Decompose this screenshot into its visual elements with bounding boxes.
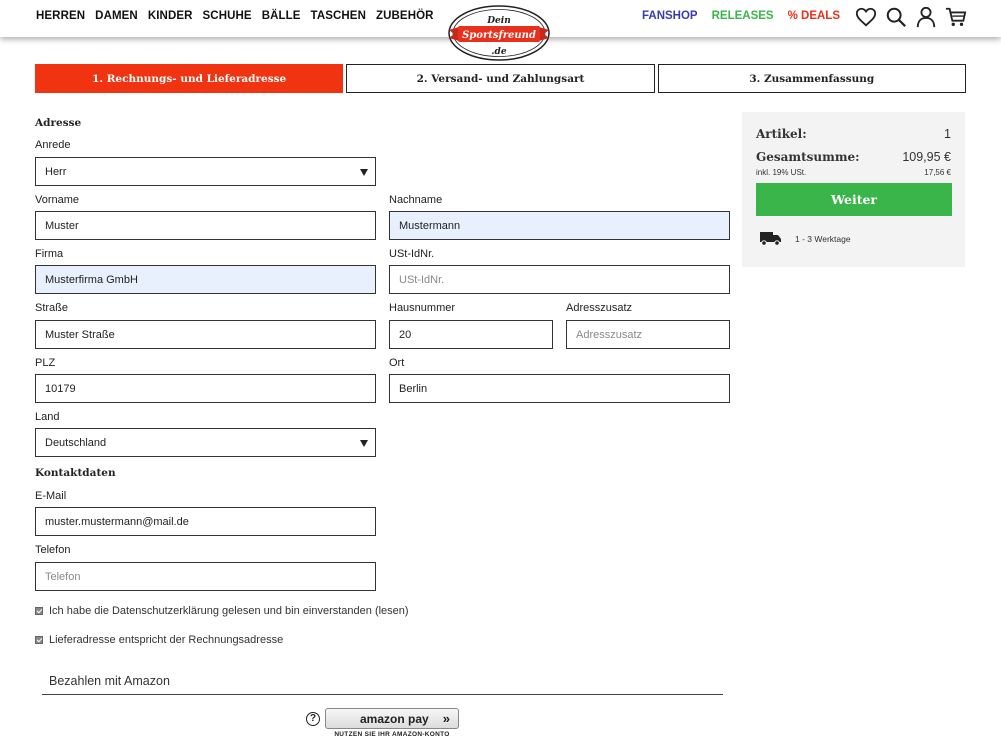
nachname-value: Mustermann	[399, 219, 461, 232]
anrede-value: Herr	[45, 165, 67, 178]
land-label: Land	[35, 411, 60, 423]
step-shipping-payment[interactable]: 2. Versand- und Zahlungsart	[346, 64, 655, 93]
firma-value: Musterfirma GmbH	[45, 273, 138, 286]
adresszusatz-placeholder: Adresszusatz	[576, 328, 643, 341]
nav-releases[interactable]: RELEASES	[712, 10, 774, 22]
artikel-value: 1	[944, 127, 951, 141]
land-value: Deutschland	[45, 436, 107, 449]
email-input[interactable]: muster.mustermann@mail.de	[35, 507, 376, 536]
main-nav: HERREN DAMEN KINDER SCHUHE BÄLLE TASCHEN…	[36, 10, 444, 22]
strasse-label: Straße	[35, 302, 69, 314]
logo-top-text: Dein	[486, 16, 511, 26]
amazon-pay-subtitle: NUTZEN SIE IHR AMAZON-KONTO	[334, 731, 450, 738]
telefon-label: Telefon	[35, 544, 71, 556]
user-icon[interactable]	[915, 6, 937, 28]
delivery-address-checkbox[interactable]	[35, 636, 43, 644]
nav-schuhe[interactable]: SCHUHE	[203, 10, 252, 22]
cart-icon[interactable]	[945, 6, 967, 28]
nav-fanshop[interactable]: FANSHOP	[642, 10, 698, 22]
delivery-time: 1 - 3 Werktage	[795, 234, 851, 244]
artikel-label: Artikel:	[756, 127, 807, 141]
order-summary: Artikel: 1 Gesamtsumme: 109,95 € inkl. 1…	[742, 112, 965, 267]
address-heading: Adresse	[35, 117, 82, 129]
anrede-label: Anrede	[35, 139, 71, 151]
strasse-input[interactable]: Muster Straße	[35, 320, 376, 349]
continue-button[interactable]: Weiter	[756, 183, 952, 216]
ort-input[interactable]: Berlin	[389, 374, 730, 403]
step-address[interactable]: 1. Rechnungs- und Lieferadresse	[35, 64, 344, 93]
hausnummer-input[interactable]: 20	[389, 320, 553, 349]
nav-damen[interactable]: DAMEN	[95, 10, 138, 22]
header-icons	[855, 6, 967, 28]
contact-heading: Kontaktdaten	[35, 467, 116, 479]
ustid-label: USt-IdNr.	[389, 248, 435, 260]
amazon-pay-heading: Bezahlen mit Amazon	[49, 674, 170, 688]
strasse-value: Muster Straße	[45, 328, 115, 341]
ustid-placeholder: USt-IdNr.	[399, 273, 445, 286]
vorname-label: Vorname	[35, 194, 80, 206]
tax-row: inkl. 19% USt. 17,56 €	[756, 168, 951, 177]
nav-taschen[interactable]: TASCHEN	[311, 10, 366, 22]
truck-icon	[760, 232, 781, 246]
adresszusatz-input[interactable]: Adresszusatz	[566, 320, 730, 349]
ort-value: Berlin	[399, 382, 428, 395]
telefon-input[interactable]: Telefon	[35, 562, 376, 591]
nav-herren[interactable]: HERREN	[36, 10, 85, 22]
firma-label: Firma	[35, 248, 64, 260]
ort-label: Ort	[389, 357, 405, 369]
plz-label: PLZ	[35, 357, 56, 369]
sportsfreund-logo[interactable]: Dein Sportsfreund .de	[445, 4, 553, 62]
double-chevron-icon: »	[442, 711, 450, 726]
logo-bottom-text: .de	[491, 47, 506, 57]
hausnummer-value: 20	[399, 328, 412, 341]
total-value: 109,95 €	[902, 150, 951, 164]
privacy-checkbox-label: Ich habe die Datenschutzerklärung gelese…	[49, 605, 409, 617]
nav-deals[interactable]: % DEALS	[788, 10, 840, 22]
land-select[interactable]: Deutschland	[35, 428, 376, 457]
heart-icon[interactable]	[855, 6, 877, 28]
help-icon[interactable]: ?	[306, 712, 320, 726]
vorname-value: Muster	[45, 219, 79, 232]
adresszusatz-label: Adresszusatz	[566, 302, 633, 314]
delivery-checkbox-label: Lieferadresse entspricht der Rechnungsad…	[49, 634, 284, 646]
step-summary[interactable]: 3. Zusammenfassung	[657, 64, 966, 93]
privacy-checkbox[interactable]	[35, 607, 43, 615]
privacy-checkbox-row[interactable]: Ich habe die Datenschutzerklärung gelese…	[35, 605, 409, 617]
telefon-placeholder: Telefon	[45, 570, 81, 583]
checkout-steps: 1. Rechnungs- und Lieferadresse 2. Versa…	[35, 64, 966, 93]
ustid-input[interactable]: USt-IdNr.	[389, 265, 730, 294]
nachname-input[interactable]: Mustermann	[389, 211, 730, 240]
total-label: Gesamtsumme:	[756, 150, 860, 164]
divider	[42, 694, 723, 695]
amazon-pay-button[interactable]: amazon pay »	[325, 708, 459, 729]
amazon-pay-label: amazon pay	[360, 711, 429, 726]
nachname-label: Nachname	[389, 194, 443, 206]
nav-zubehoer[interactable]: ZUBEHÖR	[376, 10, 434, 22]
email-label: E-Mail	[35, 490, 67, 502]
plz-value: 10179	[45, 382, 76, 395]
email-value: muster.mustermann@mail.de	[45, 515, 189, 528]
firma-input[interactable]: Musterfirma GmbH	[35, 265, 376, 294]
artikel-row: Artikel: 1	[756, 127, 951, 141]
tax-value: 17,56 €	[924, 168, 951, 177]
search-icon[interactable]	[885, 6, 907, 28]
plz-input[interactable]: 10179	[35, 374, 376, 403]
anrede-select[interactable]: Herr	[35, 157, 376, 186]
total-row: Gesamtsumme: 109,95 €	[756, 150, 951, 164]
nav-kinder[interactable]: KINDER	[148, 10, 193, 22]
vorname-input[interactable]: Muster	[35, 211, 376, 240]
secondary-nav: FANSHOP RELEASES % DEALS	[642, 10, 854, 22]
delivery-checkbox-row[interactable]: Lieferadresse entspricht der Rechnungsad…	[35, 634, 283, 646]
nav-baelle[interactable]: BÄLLE	[262, 10, 301, 22]
logo-middle-text: Sportsfreund	[462, 30, 536, 41]
hausnummer-label: Hausnummer	[389, 302, 456, 314]
tax-label: inkl. 19% USt.	[756, 168, 807, 177]
